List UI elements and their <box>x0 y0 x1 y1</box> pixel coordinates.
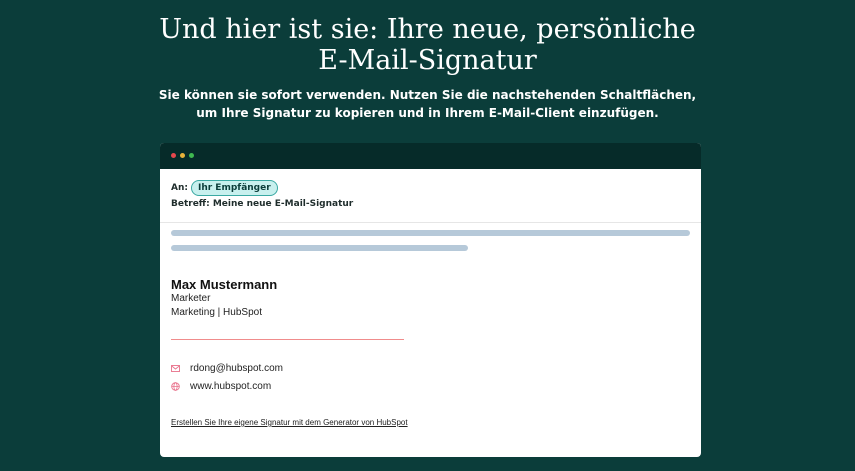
signature-email[interactable]: rdong@hubspot.com <box>190 363 283 374</box>
signature-company: Marketing | HubSpot <box>171 307 262 318</box>
signature-divider <box>171 339 404 340</box>
signature-website[interactable]: www.hubspot.com <box>190 381 271 392</box>
placeholder-text-bar <box>171 230 690 236</box>
to-row: An: Ihr Empfänger <box>171 180 278 196</box>
recipient-chip: Ihr Empfänger <box>190 180 278 196</box>
signature-website-row: www.hubspot.com <box>171 381 271 392</box>
subject-line: Betreff: Meine neue E-Mail-Signatur <box>171 199 354 209</box>
signature-name: Max Mustermann <box>171 277 278 292</box>
generator-link[interactable]: Erstellen Sie Ihre eigene Signatur mit d… <box>171 418 408 427</box>
globe-icon <box>171 382 180 391</box>
window-titlebar <box>160 143 701 169</box>
page-headline: Und hier ist sie: Ihre neue, persönliche… <box>159 14 696 76</box>
window-close-dot-icon <box>171 153 176 158</box>
mail-icon <box>171 364 180 373</box>
email-preview-window: An: Ihr Empfänger Betreff: Meine neue E-… <box>160 143 701 457</box>
window-maximize-dot-icon <box>189 153 194 158</box>
window-minimize-dot-icon <box>180 153 185 158</box>
to-label: An: <box>171 183 188 193</box>
placeholder-text-bar <box>171 245 468 251</box>
signature-email-row: rdong@hubspot.com <box>171 363 283 374</box>
email-header: An: Ihr Empfänger Betreff: Meine neue E-… <box>160 169 701 223</box>
signature-role: Marketer <box>171 293 211 304</box>
page-subline: Sie können sie sofort verwenden. Nutzen … <box>158 88 697 120</box>
